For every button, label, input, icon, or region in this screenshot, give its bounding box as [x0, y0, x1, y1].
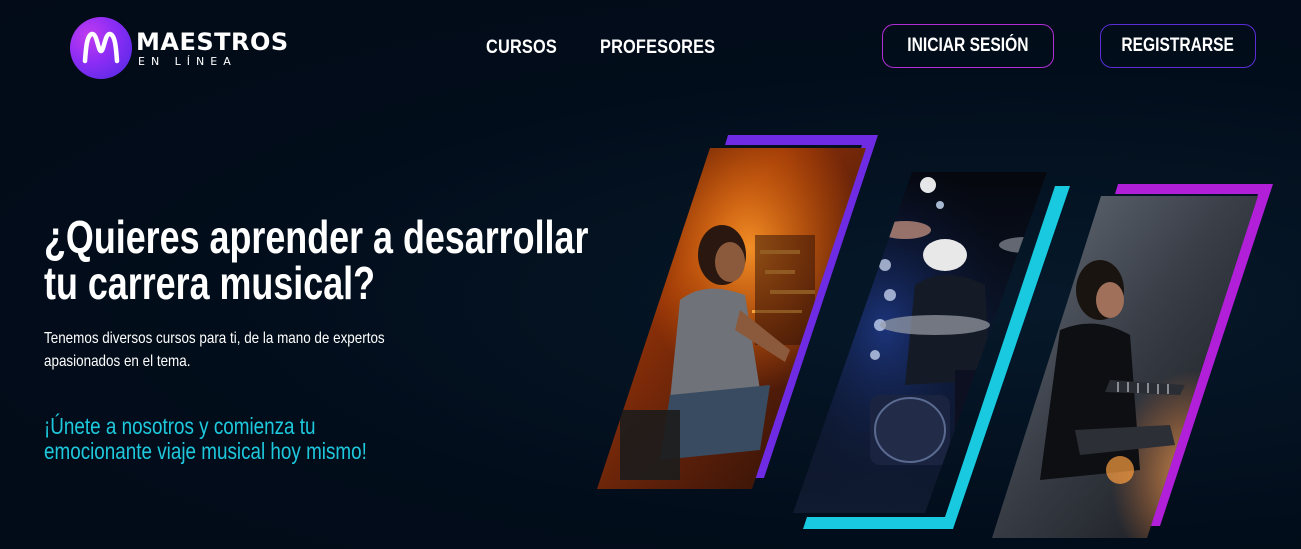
brand-name: MAESTROS	[136, 27, 289, 56]
hero-call-to-action: ¡Únete a nosotros y comienza tu emociona…	[44, 413, 367, 464]
landing-page: MAESTROS EN LÍNEA CURSOS PROFESORES INIC…	[0, 0, 1301, 549]
login-button-label: INICIAR SESIÓN	[907, 35, 1029, 56]
hero-title-line-1: ¿Quieres aprender a desarrollar	[44, 211, 589, 263]
logo-text: MAESTROS EN LÍNEA	[136, 30, 289, 67]
register-button-label: REGISTRARSE	[1121, 35, 1235, 56]
nav-link-cursos[interactable]: CURSOS	[486, 37, 557, 59]
register-button[interactable]: REGISTRARSE	[1100, 24, 1256, 68]
keyboardist-photo	[992, 196, 1258, 538]
login-button[interactable]: INICIAR SESIÓN	[882, 24, 1054, 68]
hero-image-collage	[597, 135, 1273, 538]
hero-description: Tenemos diversos cursos para ti, de la m…	[44, 330, 385, 370]
nav-link-profesores[interactable]: PROFESORES	[600, 37, 715, 59]
brand-tagline: EN LÍNEA	[138, 54, 237, 68]
brand-logo[interactable]: MAESTROS EN LÍNEA	[70, 17, 289, 79]
hero-title: ¿Quieres aprender a desarrollar tu carre…	[44, 211, 589, 309]
logo-mark-icon	[70, 17, 132, 79]
hero-title-line-2: tu carrera musical?	[44, 257, 376, 309]
